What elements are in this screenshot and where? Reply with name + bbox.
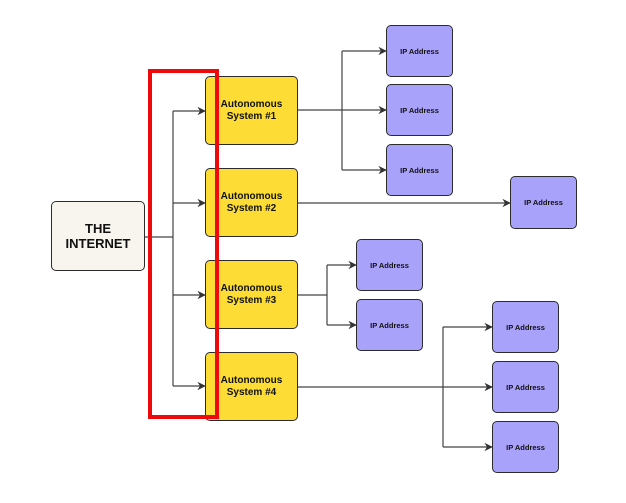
internet-label: THE INTERNET <box>65 221 131 251</box>
ip-address-label: IP Address <box>506 442 545 452</box>
ip-address-node[interactable]: IP Address <box>386 25 453 77</box>
ip-address-label: IP Address <box>370 260 409 270</box>
ip-address-node[interactable]: IP Address <box>356 239 423 291</box>
autonomous-system-1-label: Autonomous System #1 <box>220 98 283 122</box>
ip-address-node[interactable]: IP Address <box>492 421 559 473</box>
ip-address-node[interactable]: IP Address <box>510 176 577 229</box>
internet-node[interactable]: THE INTERNET <box>51 201 145 271</box>
ip-address-node[interactable]: IP Address <box>492 361 559 413</box>
ip-address-label: IP Address <box>506 322 545 332</box>
ip-address-label: IP Address <box>400 105 439 115</box>
ip-address-node[interactable]: IP Address <box>386 84 453 136</box>
ip-address-label: IP Address <box>506 382 545 392</box>
ip-address-label: IP Address <box>400 46 439 56</box>
ip-address-node[interactable]: IP Address <box>492 301 559 353</box>
highlight-box <box>148 69 219 419</box>
ip-address-label: IP Address <box>400 165 439 175</box>
autonomous-system-2-label: Autonomous System #2 <box>220 190 283 214</box>
autonomous-system-3-label: Autonomous System #3 <box>220 282 283 306</box>
ip-address-label: IP Address <box>524 198 563 207</box>
ip-address-node[interactable]: IP Address <box>356 299 423 351</box>
ip-address-node[interactable]: IP Address <box>386 144 453 196</box>
ip-address-label: IP Address <box>370 320 409 330</box>
autonomous-system-4-label: Autonomous System #4 <box>220 374 283 398</box>
